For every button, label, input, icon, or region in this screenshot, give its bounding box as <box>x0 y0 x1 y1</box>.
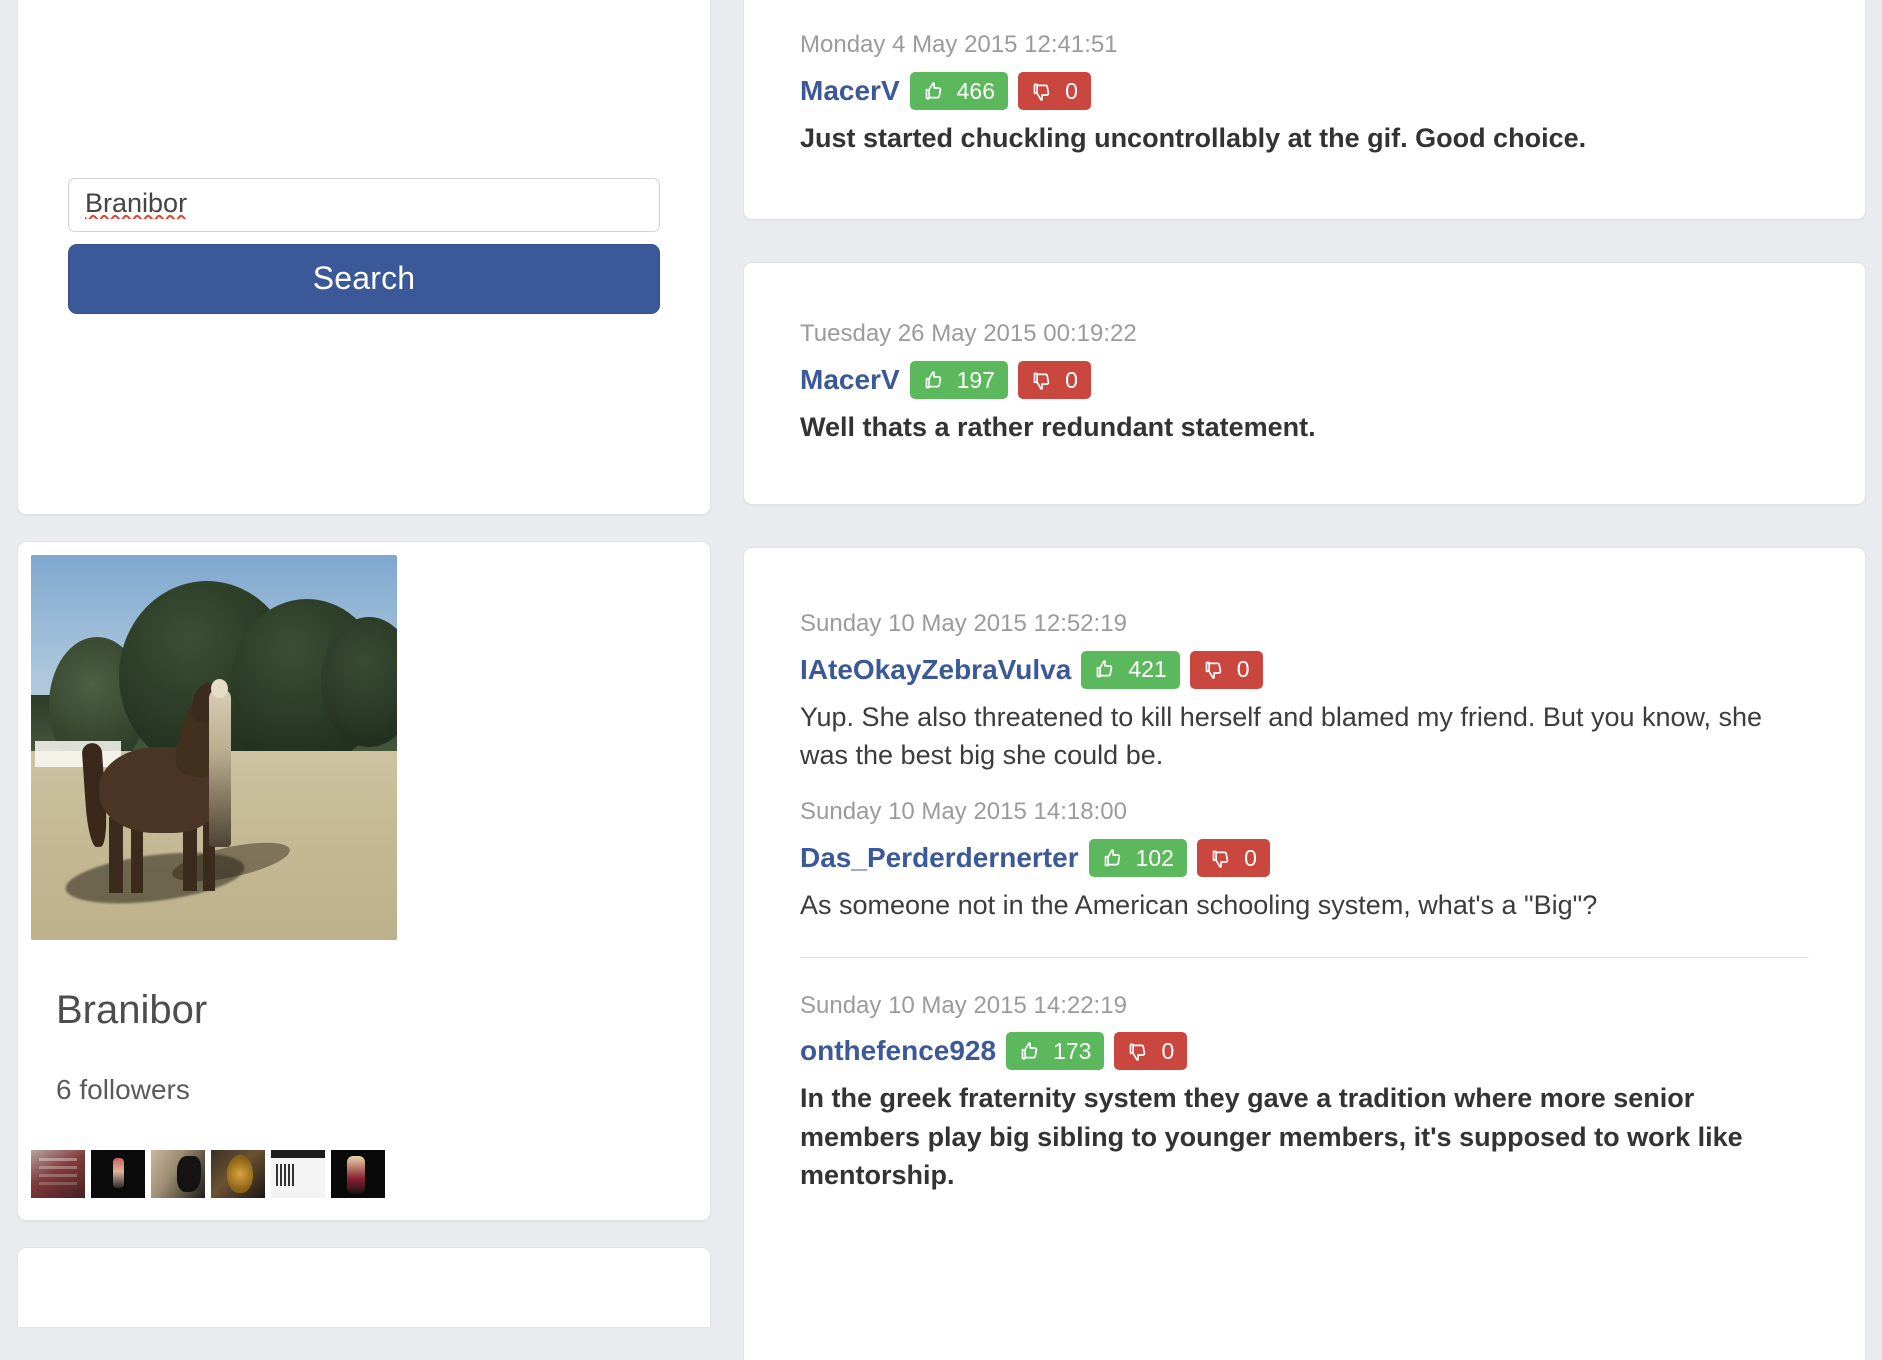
comment-timestamp: Monday 4 May 2015 12:41:51 <box>800 31 1118 59</box>
comment-card: Sunday 10 May 2015 12:52:19 IAteOkayZebr… <box>743 547 1866 1360</box>
page-root: Search <box>0 0 1882 1360</box>
upvote-count: 173 <box>1053 1037 1092 1064</box>
comment: Monday 4 May 2015 12:41:51 MacerV 466 0 … <box>800 31 1809 157</box>
comment-body: Yup. She also threatened to kill herself… <box>800 701 1763 771</box>
page-title: Branibor <box>56 988 208 1032</box>
comment-author[interactable]: IAteOkayZebraVulva <box>800 655 1071 684</box>
search-card: Search <box>17 0 711 515</box>
thumbs-down-icon <box>1212 850 1229 868</box>
comment-meta: IAteOkayZebraVulva 421 0 <box>800 650 1809 689</box>
upvote-badge[interactable]: 173 <box>1006 1032 1105 1071</box>
search-input[interactable] <box>68 177 660 232</box>
upvote-badge[interactable]: 421 <box>1081 650 1180 689</box>
thumbs-up-icon <box>1104 848 1120 867</box>
thumbnail-animals[interactable] <box>151 1150 205 1198</box>
thumbnail-strip <box>31 1150 710 1198</box>
comment-card: Monday 4 May 2015 12:41:51 MacerV 466 0 … <box>743 0 1866 220</box>
photo-horse-leg <box>109 817 123 893</box>
comment-body: As someone not in the American schooling… <box>800 890 1598 921</box>
upvote-count: 421 <box>1128 656 1167 683</box>
thumbs-down-icon <box>1033 83 1050 101</box>
comment-meta: Das_Perderdernerter 102 0 <box>800 839 1809 878</box>
comment: Sunday 10 May 2015 14:22:19 onthefence92… <box>800 992 1809 1195</box>
thumbnail-ornate-mirror[interactable] <box>211 1150 265 1198</box>
comment-body: Well thats a rather redundant statement. <box>800 412 1316 443</box>
thumbnail-performer[interactable] <box>331 1150 385 1198</box>
search-form: Search <box>68 177 660 314</box>
downvote-badge[interactable]: 0 <box>1018 72 1091 111</box>
search-button[interactable]: Search <box>68 243 660 314</box>
downvote-count: 0 <box>1236 656 1250 683</box>
comment-author[interactable]: MacerV <box>800 366 900 394</box>
thumbnail-figure-on-black[interactable] <box>91 1150 145 1198</box>
upvote-badge[interactable]: 197 <box>909 361 1008 400</box>
comment-meta: onthefence928 173 0 <box>800 1032 1809 1071</box>
sidebar-column: Search <box>0 0 728 1360</box>
comment-timestamp: Sunday 10 May 2015 14:18:00 <box>800 798 1127 826</box>
downvote-count: 0 <box>1065 366 1078 393</box>
thumbs-down-icon <box>1205 661 1221 680</box>
comment-body: Just started chuckling uncontrollably at… <box>800 123 1587 154</box>
follower-count: 6 followers <box>56 1074 190 1105</box>
upvote-count: 197 <box>956 366 995 393</box>
comment-author[interactable]: Das_Perderdernerter <box>800 844 1079 872</box>
thumbs-up-icon <box>925 370 941 389</box>
comment-meta: MacerV 197 0 <box>800 361 1809 400</box>
comment-divider <box>800 956 1809 958</box>
downvote-badge[interactable]: 0 <box>1196 839 1270 878</box>
photo-handler <box>209 689 231 847</box>
comment-meta: MacerV 466 0 <box>800 72 1809 111</box>
thumbs-down-icon <box>1033 372 1050 390</box>
upvote-badge[interactable]: 102 <box>1088 839 1187 878</box>
downvote-badge[interactable]: 0 <box>1189 650 1263 689</box>
photo-fence <box>35 741 121 767</box>
profile-card: Branibor 6 followers <box>17 541 711 1221</box>
upvote-count: 466 <box>956 77 995 104</box>
thumbs-up-icon <box>1096 660 1113 678</box>
comment: Sunday 10 May 2015 14:18:00 Das_Perderde… <box>800 798 1809 924</box>
comment-author[interactable]: MacerV <box>800 77 900 105</box>
thumbs-up-icon <box>1021 1042 1038 1060</box>
thumbnail-text-poster[interactable] <box>31 1150 85 1198</box>
downvote-badge[interactable]: 0 <box>1018 361 1091 400</box>
comment: Sunday 10 May 2015 12:52:19 IAteOkayZebr… <box>800 610 1809 774</box>
next-card-peek <box>17 1247 711 1327</box>
downvote-count: 0 <box>1161 1037 1175 1064</box>
comment-body: In the greek fraternity system they gave… <box>800 1083 1743 1191</box>
photo-handler-head <box>211 679 228 698</box>
downvote-count: 0 <box>1244 844 1257 871</box>
comment-timestamp: Tuesday 26 May 2015 00:19:22 <box>800 320 1137 348</box>
upvote-count: 102 <box>1135 844 1174 871</box>
thumbs-down-icon <box>1130 1043 1146 1061</box>
downvote-count: 0 <box>1065 77 1078 104</box>
downvote-badge[interactable]: 0 <box>1114 1032 1188 1071</box>
horse-photo[interactable] <box>31 555 397 940</box>
comment: Tuesday 26 May 2015 00:19:22 MacerV 197 … <box>800 320 1809 446</box>
thumbs-up-icon <box>925 81 941 100</box>
upvote-badge[interactable]: 466 <box>909 72 1008 111</box>
comments-column: Monday 4 May 2015 12:41:51 MacerV 466 0 … <box>728 0 1882 1360</box>
comment-timestamp: Sunday 10 May 2015 12:52:19 <box>800 610 1127 637</box>
profile-photo-wrapper <box>18 542 710 940</box>
thumbnail-webpage[interactable] <box>271 1150 325 1198</box>
comment-timestamp: Sunday 10 May 2015 14:22:19 <box>800 991 1127 1019</box>
comment-author[interactable]: onthefence928 <box>800 1037 996 1065</box>
comment-card: Tuesday 26 May 2015 00:19:22 MacerV 197 … <box>743 262 1866 505</box>
